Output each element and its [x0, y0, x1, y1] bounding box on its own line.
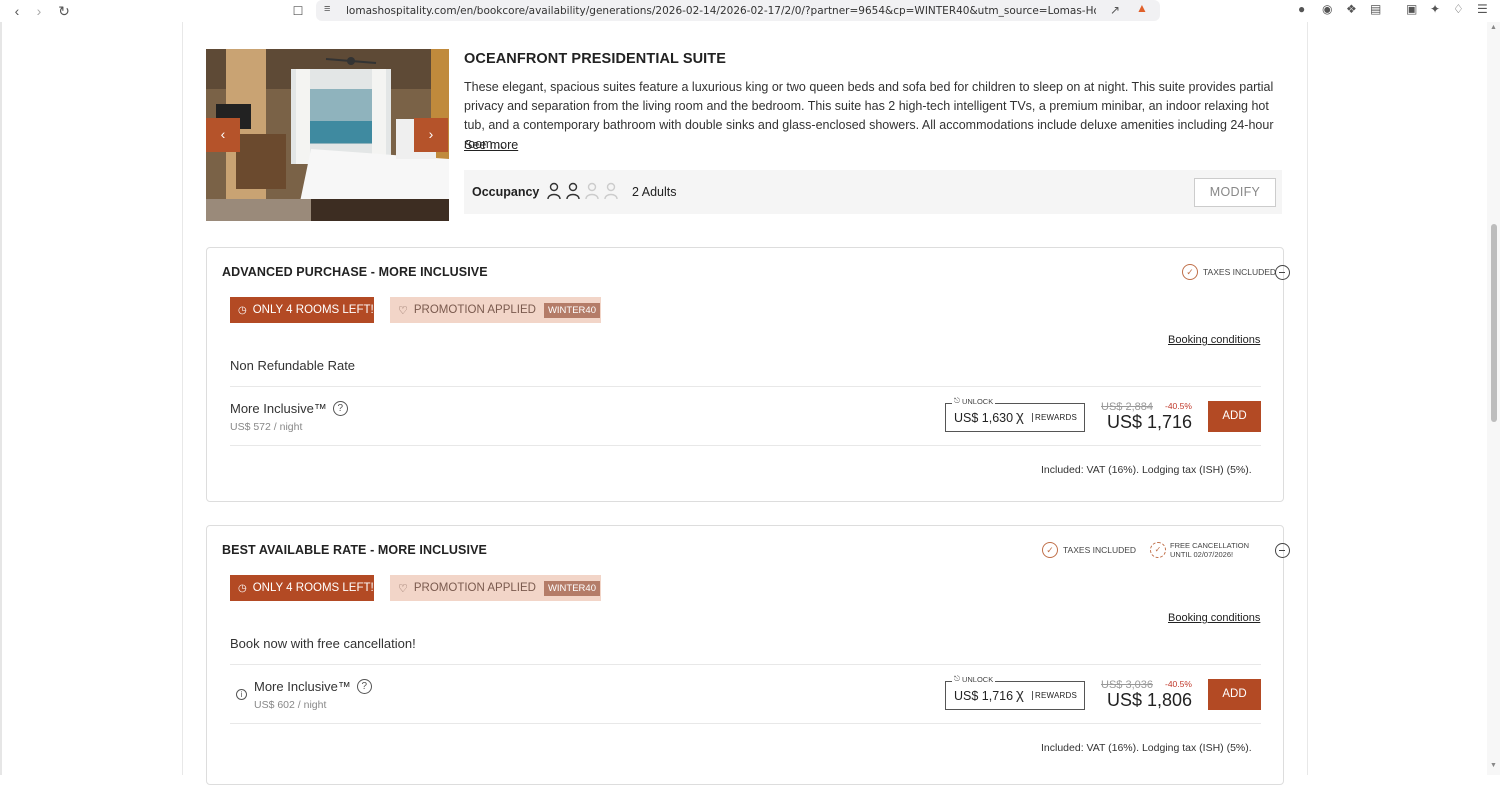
- brave-shield-icon[interactable]: ▲: [1136, 1, 1148, 15]
- scroll-up-icon[interactable]: ▲: [1490, 24, 1497, 31]
- divider: [230, 723, 1261, 724]
- forward-icon[interactable]: ›: [30, 2, 48, 20]
- tag-icon: ♡: [398, 582, 408, 595]
- photo-prev-button[interactable]: ‹: [206, 118, 240, 152]
- booking-conditions-link[interactable]: Booking conditions: [1168, 612, 1260, 624]
- leo-icon[interactable]: ✦: [1430, 2, 1440, 16]
- empty-guest-icon: [604, 182, 618, 200]
- see-more-link[interactable]: See more: [464, 138, 518, 152]
- occupancy-count: 2 Adults: [632, 185, 677, 199]
- site-settings-icon[interactable]: ≡: [324, 3, 330, 15]
- puzzle-icon[interactable]: ❖: [1346, 2, 1357, 16]
- plan-name: More Inclusive™ ?: [254, 679, 372, 694]
- rate-card: BEST AVAILABLE RATE - MORE INCLUSIVE ✓ T…: [206, 525, 1290, 785]
- rooms-left-badge: ◷ ONLY 4 ROOMS LEFT!: [230, 575, 374, 601]
- menu-icon[interactable]: ☰: [1477, 2, 1488, 16]
- promotion-badge: ♡ PROMOTION APPLIED WINTER40: [390, 297, 601, 323]
- rewards-logo-icon: χ: [1016, 408, 1024, 425]
- price-per-night: US$ 602 / night: [254, 699, 327, 711]
- add-button[interactable]: ADD: [1208, 401, 1261, 432]
- unlock-price: US$ 1,716: [954, 689, 1014, 703]
- sidebar-icon[interactable]: ▤: [1370, 2, 1381, 16]
- occupancy-icons: [546, 182, 619, 200]
- divider: [230, 386, 1261, 387]
- reload-icon[interactable]: ↻: [55, 2, 73, 20]
- final-price: US$ 1,806: [1107, 690, 1193, 710]
- occupancy-bar: Occupancy 2 Adults MODIFY: [464, 170, 1282, 214]
- taxes-included-badge: ✓ TAXES INCLUDED: [1042, 542, 1136, 558]
- check-circle-icon: ✓: [1042, 542, 1058, 558]
- price-per-night: US$ 572 / night: [230, 421, 303, 433]
- help-icon[interactable]: ?: [356, 679, 372, 694]
- adult-icon: [566, 182, 580, 200]
- discount-percent: -40.5%: [1165, 401, 1192, 411]
- discount-percent: -40.5%: [1165, 679, 1192, 689]
- badge-check-icon: ✓: [1150, 542, 1166, 558]
- scrollbar[interactable]: ▲ ▼: [1487, 22, 1500, 775]
- occupancy-label: Occupancy: [472, 185, 540, 199]
- included-taxes-note: Included: VAT (16%). Lodging tax (ISH) (…: [1041, 464, 1252, 476]
- plan-name: More Inclusive™ ?: [230, 401, 348, 416]
- clock-icon: ◷: [238, 304, 247, 316]
- check-circle-icon: ✓: [1182, 264, 1198, 280]
- rewards-label: REWARDS: [1032, 413, 1077, 422]
- add-button[interactable]: ADD: [1208, 679, 1261, 710]
- lock-icon: ⎋: [954, 674, 960, 683]
- promo-code: WINTER40: [543, 580, 600, 596]
- collapse-icon[interactable]: [1275, 265, 1290, 280]
- tag-icon: ♡: [398, 304, 408, 317]
- room-title: OCEANFRONT PRESIDENTIAL SUITE: [464, 51, 727, 67]
- collapse-icon[interactable]: [1275, 543, 1290, 558]
- scroll-down-icon[interactable]: ▼: [1490, 762, 1497, 769]
- page-margin-left: [0, 22, 182, 775]
- rooms-left-badge: ◷ ONLY 4 ROOMS LEFT!: [230, 297, 374, 323]
- rate-title: ADVANCED PURCHASE - MORE INCLUSIVE: [222, 265, 488, 279]
- rate-description: Non Refundable Rate: [230, 358, 356, 373]
- taxes-included-badge: ✓ TAXES INCLUDED: [1182, 264, 1276, 280]
- browser-toolbar: ‹ › ↻ ☐ ≡ lomashospitality.com/en/bookco…: [0, 0, 1500, 22]
- divider: [230, 445, 1261, 446]
- help-icon[interactable]: ?: [332, 401, 348, 416]
- extension-icon[interactable]: ◉: [1322, 2, 1332, 16]
- page-margin-right: [1308, 22, 1500, 775]
- promo-code: WINTER40: [543, 302, 600, 318]
- photo-next-button[interactable]: ›: [414, 118, 448, 152]
- url-text: lomashospitality.com/en/bookcore/availab…: [346, 4, 1096, 17]
- lock-icon: ⎋: [954, 396, 960, 405]
- rewards-label: REWARDS: [1032, 691, 1077, 700]
- divider: [230, 664, 1261, 665]
- unlock-label: ⎋ UNLOCK: [952, 396, 996, 406]
- scroll-thumb[interactable]: [1491, 224, 1497, 422]
- modify-button[interactable]: MODIFY: [1194, 178, 1276, 207]
- rate-title: BEST AVAILABLE RATE - MORE INCLUSIVE: [222, 543, 487, 557]
- rate-description: Book now with free cancellation!: [230, 636, 416, 651]
- unlock-label: ⎋ UNLOCK: [952, 674, 996, 684]
- extension-icon[interactable]: ●: [1298, 2, 1305, 16]
- unlock-rewards-box[interactable]: ⎋ UNLOCK US$ 1,716 χ REWARDS: [945, 674, 1085, 710]
- back-icon[interactable]: ‹: [8, 2, 26, 20]
- room-description: These elegant, spacious suites feature a…: [464, 80, 1274, 151]
- room-photo: [206, 49, 449, 221]
- info-icon[interactable]: i: [236, 689, 247, 700]
- empty-guest-icon: [585, 182, 599, 200]
- vpn-icon[interactable]: ♢: [1453, 2, 1464, 16]
- promotion-badge: ♡ PROMOTION APPLIED WINTER40: [390, 575, 601, 601]
- share-icon[interactable]: ↗: [1110, 3, 1120, 17]
- final-price: US$ 1,716: [1107, 412, 1193, 432]
- clock-icon: ◷: [238, 582, 247, 594]
- adult-icon: [547, 182, 561, 200]
- unlock-rewards-box[interactable]: ⎋ UNLOCK US$ 1,630 χ REWARDS: [945, 396, 1085, 432]
- unlock-price: US$ 1,630: [954, 411, 1014, 425]
- address-bar[interactable]: ≡ lomashospitality.com/en/bookcore/avail…: [316, 0, 1160, 21]
- included-taxes-note: Included: VAT (16%). Lodging tax (ISH) (…: [1041, 742, 1252, 754]
- booking-conditions-link[interactable]: Booking conditions: [1168, 334, 1260, 346]
- rate-card: ADVANCED PURCHASE - MORE INCLUSIVE ✓ TAX…: [206, 247, 1290, 502]
- free-cancellation-badge: ✓ FREE CANCELLATION UNTIL 02/07/2026!: [1150, 541, 1249, 559]
- wallet-icon[interactable]: ▣: [1406, 2, 1417, 16]
- bookmark-icon[interactable]: ☐: [289, 2, 307, 20]
- rewards-logo-icon: χ: [1016, 686, 1024, 703]
